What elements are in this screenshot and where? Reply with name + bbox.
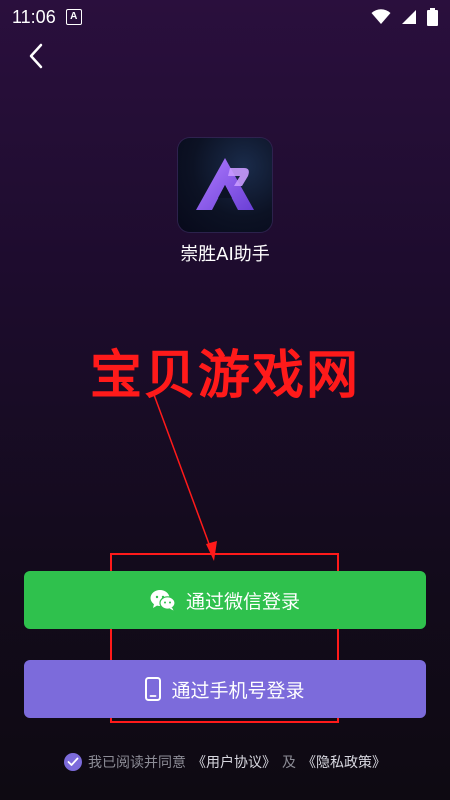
app-name: 崇胜AI助手 <box>180 244 270 265</box>
user-agreement-link[interactable]: 《用户协议》 <box>192 752 276 772</box>
back-button[interactable] <box>20 40 52 72</box>
agreement-prefix: 我已阅读并同意 <box>88 755 186 771</box>
back-arrow-icon <box>29 43 43 69</box>
signal-icon <box>402 10 416 24</box>
app-logo <box>178 138 272 232</box>
notification-badge: A <box>65 9 82 25</box>
agreement-checkbox[interactable] <box>64 753 82 771</box>
wechat-login-label: 通过微信登录 <box>185 590 300 613</box>
status-left: 11:06 A <box>12 7 82 28</box>
status-time: 11:06 <box>12 6 56 27</box>
checkmark-icon <box>67 757 79 766</box>
agreement-conjunction: 及 <box>282 755 296 771</box>
annotation-arrow-line <box>152 391 213 553</box>
wechat-login-button[interactable]: 通过微信登录 <box>24 571 426 629</box>
phone-login-button[interactable]: 通过手机号登录 <box>24 660 426 718</box>
battery-icon <box>427 8 438 26</box>
status-bar: 11:06 A <box>0 0 450 34</box>
agreement-row: 我已阅读并同意 《用户协议》 及 《隐私政策》 <box>0 752 450 772</box>
status-right <box>371 8 438 26</box>
watermark-text: 宝贝游戏网 <box>89 346 360 406</box>
phone-icon <box>145 677 162 701</box>
wifi-icon <box>371 9 391 24</box>
annotation-arrow-head <box>206 541 217 561</box>
app-logo-icon <box>196 158 254 210</box>
phone-login-label: 通过手机号登录 <box>171 679 305 702</box>
wechat-icon <box>150 590 176 611</box>
privacy-policy-link[interactable]: 《隐私政策》 <box>302 752 386 772</box>
